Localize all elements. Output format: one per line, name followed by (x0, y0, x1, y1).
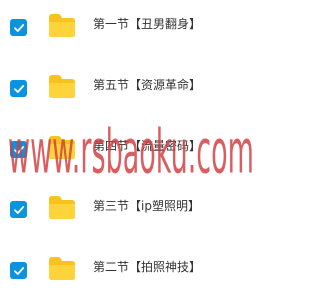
checkbox-checked-icon[interactable] (10, 201, 27, 218)
folder-icon[interactable] (47, 255, 77, 281)
file-row[interactable]: 第一节【丑男翻身】 (0, 11, 256, 41)
folder-icon[interactable] (47, 12, 77, 38)
folder-icon[interactable] (47, 73, 77, 99)
file-list: 第一节【丑男翻身】 第五节【资源革命】 第四节【流量密码】 第三节【ip塑照明】 (0, 0, 256, 291)
file-name[interactable]: 第二节【拍照神技】 (93, 258, 201, 276)
file-name[interactable]: 第一节【丑男翻身】 (93, 15, 201, 33)
file-name[interactable]: 第四节【流量密码】 (93, 137, 201, 155)
file-name[interactable]: 第三节【ip塑照明】 (93, 197, 200, 215)
file-row[interactable]: 第二节【拍照神技】 (0, 254, 256, 284)
checkbox-checked-icon[interactable] (10, 141, 27, 158)
file-name[interactable]: 第五节【资源革命】 (93, 76, 201, 94)
checkbox-checked-icon[interactable] (10, 80, 27, 97)
checkbox-checked-icon[interactable] (10, 262, 27, 279)
file-row[interactable]: 第五节【资源革命】 (0, 72, 256, 102)
file-row[interactable]: 第三节【ip塑照明】 (0, 193, 256, 223)
checkbox-checked-icon[interactable] (10, 19, 27, 36)
folder-icon[interactable] (47, 194, 77, 220)
file-row[interactable]: 第四节【流量密码】 (0, 133, 256, 163)
folder-icon[interactable] (47, 134, 77, 160)
